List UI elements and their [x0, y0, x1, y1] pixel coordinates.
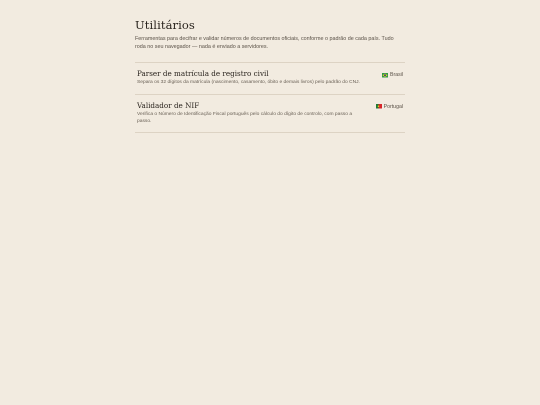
country-label: Portugal: [383, 103, 403, 110]
tool-item-registro-civil[interactable]: Parser de matrícula de registro civil Se…: [135, 63, 405, 95]
tool-title[interactable]: Validador de NIF: [137, 101, 366, 110]
tool-description: Separa os 32 dígitos da matrícula (nasci…: [137, 80, 360, 86]
page-intro: Ferramentas para decifrar e validar núme…: [135, 36, 394, 51]
tool-title[interactable]: Parser de matrícula de registro civil: [137, 69, 372, 78]
tool-item-body: Parser de matrícula de registro civil Se…: [137, 69, 382, 86]
tool-item-body: Validador de NIF Verifica o Número de Id…: [137, 101, 376, 125]
country-tag: Portugal: [375, 103, 403, 110]
page-title: Utilitários: [135, 18, 195, 32]
portugal-flag-icon: [375, 104, 382, 109]
tool-description: Verifica o Número de Identificação Fisca…: [137, 111, 353, 124]
page-container: Utilitários Ferramentas para decifrar e …: [135, 18, 405, 134]
tools-list: Parser de matrícula de registro civil Se…: [135, 62, 405, 134]
brazil-flag-icon: [382, 73, 389, 78]
tool-item-nif[interactable]: Validador de NIF Verifica o Número de Id…: [135, 95, 405, 134]
country-label: Brasil: [390, 72, 403, 79]
country-tag: Brasil: [382, 72, 403, 78]
